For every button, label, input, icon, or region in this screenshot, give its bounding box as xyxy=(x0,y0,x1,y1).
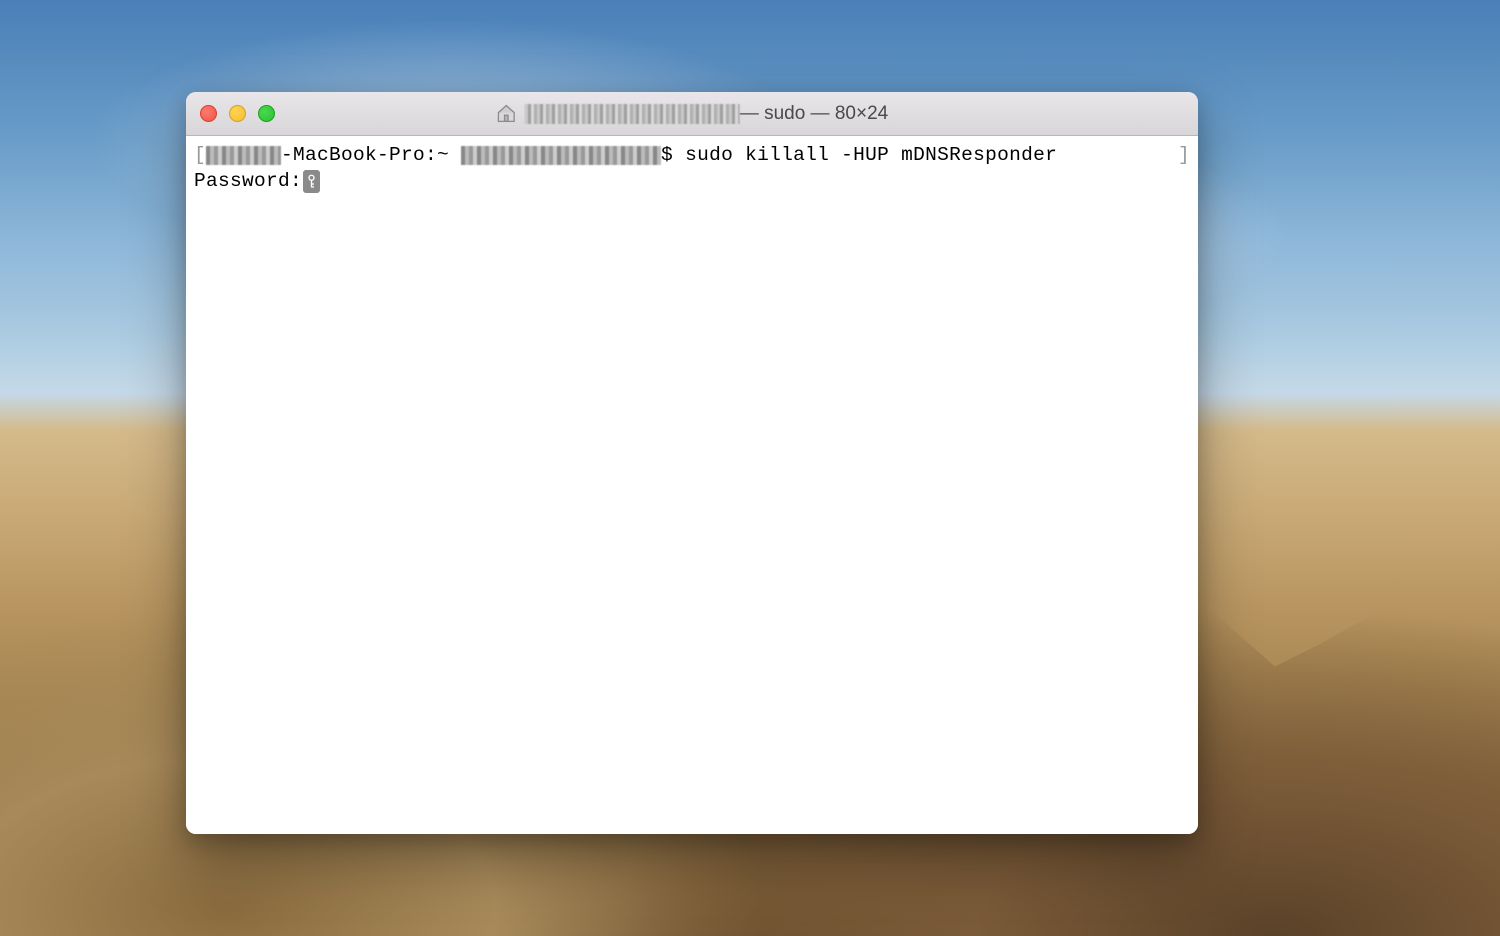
window-titlebar[interactable]: — sudo — 80×24 xyxy=(186,92,1198,136)
home-icon xyxy=(496,103,517,124)
terminal-window: — sudo — 80×24 [ -MacBook-Pro:~ $ sudo ki… xyxy=(186,92,1198,834)
bracket-close: ] xyxy=(1178,142,1190,168)
terminal-line-1: [ -MacBook-Pro:~ $ sudo killall -HUP mDNS… xyxy=(194,142,1190,168)
username-redacted xyxy=(206,146,281,165)
title-redacted-segment xyxy=(525,104,740,124)
password-prompt: Password: xyxy=(194,168,302,194)
terminal-line-2: Password: xyxy=(194,168,1190,194)
prompt-symbol: $ xyxy=(661,142,685,168)
key-icon xyxy=(303,170,320,193)
hostname-suffix: -MacBook-Pro:~ xyxy=(281,142,461,168)
minimize-button[interactable] xyxy=(229,105,246,122)
user-path-redacted xyxy=(461,146,661,165)
close-button[interactable] xyxy=(200,105,217,122)
terminal-content[interactable]: [ -MacBook-Pro:~ $ sudo killall -HUP mDNS… xyxy=(186,136,1198,834)
bracket-open: [ xyxy=(194,142,206,168)
maximize-button[interactable] xyxy=(258,105,275,122)
command-text: sudo killall -HUP mDNSResponder xyxy=(685,142,1057,168)
title-suffix: — sudo — 80×24 xyxy=(740,103,888,125)
window-title: — sudo — 80×24 xyxy=(496,103,888,125)
traffic-lights xyxy=(186,105,275,122)
